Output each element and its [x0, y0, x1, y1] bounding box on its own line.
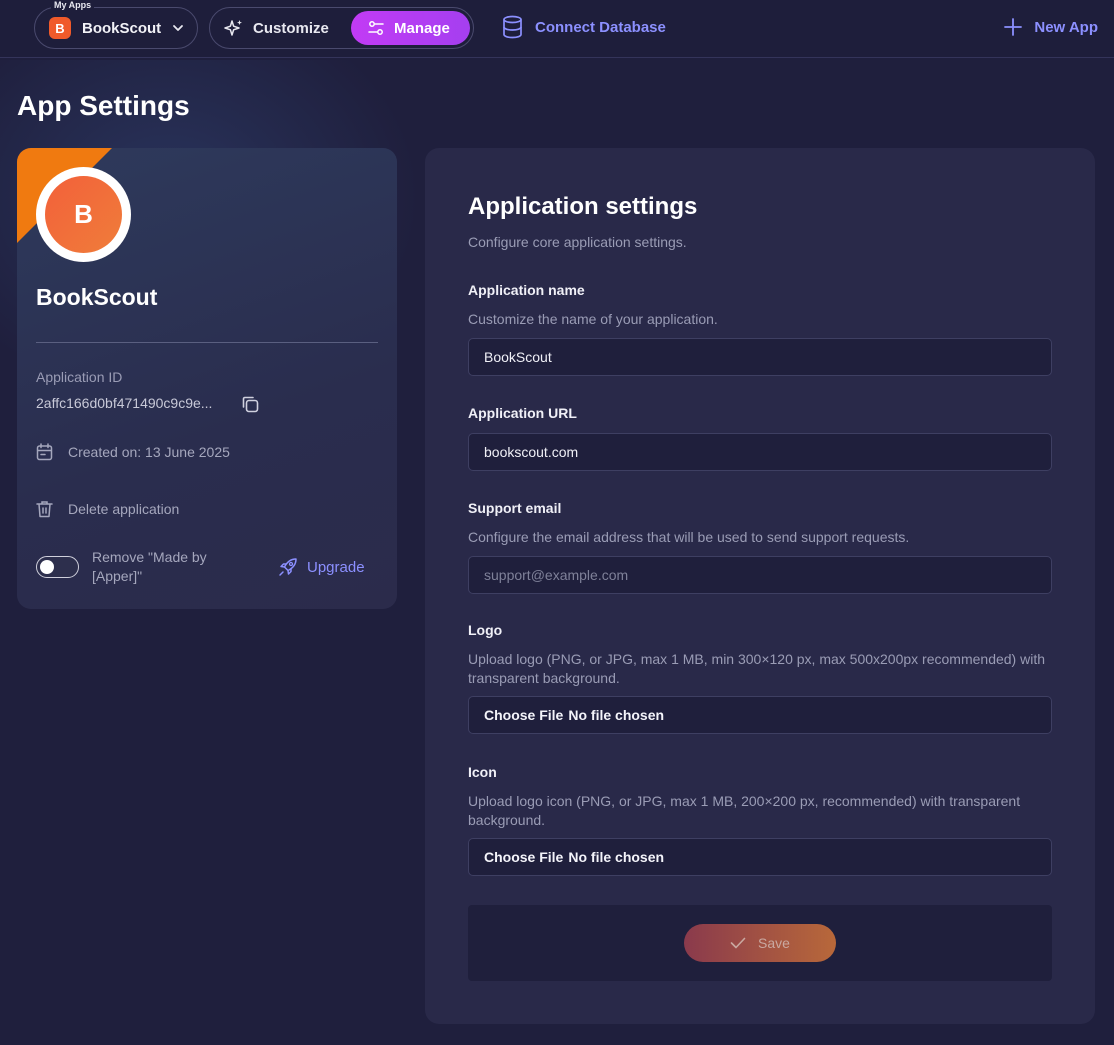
icon-file-input[interactable]: Choose File No file chosen: [468, 838, 1052, 876]
manage-label: Manage: [394, 19, 450, 37]
application-id-label: Application ID: [36, 369, 123, 385]
save-panel: Save: [468, 905, 1052, 981]
plus-icon: [1004, 18, 1023, 36]
app-switcher-legend: My Apps: [51, 0, 95, 10]
connect-database-label: Connect Database: [535, 18, 666, 36]
app-switcher-name: BookScout: [82, 19, 162, 37]
application-name-input[interactable]: BookScout: [468, 338, 1052, 376]
app-switcher[interactable]: My Apps B BookScout: [34, 0, 198, 49]
calendar-icon: [36, 443, 53, 461]
app-badge: B: [49, 17, 71, 39]
avatar-initial: B: [45, 176, 122, 253]
customize-tab[interactable]: Customize: [224, 11, 344, 45]
top-bar: My Apps B BookScout Customize Manage Con…: [0, 0, 1114, 58]
chevron-down-icon: [173, 25, 184, 31]
logo-choose-file-button[interactable]: Choose File: [484, 707, 563, 723]
manage-tab[interactable]: Manage: [351, 11, 470, 45]
toggle-knob: [40, 560, 54, 574]
app-name-heading: BookScout: [36, 284, 158, 310]
support-email-placeholder: support@example.com: [484, 567, 629, 583]
divider: [36, 342, 378, 343]
support-email-help: Configure the email address that will be…: [468, 529, 910, 545]
settings-title: Application settings: [468, 193, 698, 220]
support-email-input[interactable]: support@example.com: [468, 556, 1052, 594]
support-email-label: Support email: [468, 500, 562, 516]
icon-file-status: No file chosen: [568, 849, 665, 865]
application-url-label: Application URL: [468, 405, 577, 421]
sparkle-icon: [224, 20, 242, 36]
logo-help: Upload logo (PNG, or JPG, max 1 MB, min …: [468, 651, 1045, 686]
new-app-button[interactable]: New App: [1004, 18, 1098, 36]
avatar: B: [36, 167, 131, 262]
mode-toggle: Customize Manage: [209, 7, 474, 49]
app-summary-card: B BookScout Application ID 2affc166d0bf4…: [17, 148, 397, 609]
application-url-input[interactable]: bookscout.com: [468, 433, 1052, 471]
icon-choose-file-button[interactable]: Choose File: [484, 849, 563, 865]
page-title: App Settings: [17, 90, 190, 121]
check-icon: [730, 937, 746, 949]
application-url-value: bookscout.com: [484, 444, 579, 460]
application-id-value: 2affc166d0bf471490c9c9e...: [36, 395, 213, 411]
settings-subtitle: Configure core application settings.: [468, 234, 687, 250]
rocket-icon: [279, 558, 297, 576]
application-name-help: Customize the name of your application.: [468, 311, 718, 327]
save-button[interactable]: Save: [684, 924, 836, 962]
save-label: Save: [758, 935, 790, 951]
delete-application-label: Delete application: [68, 501, 180, 517]
sliders-icon: [368, 21, 384, 35]
created-on-text: Created on: 13 June 2025: [68, 444, 230, 460]
database-icon: [503, 15, 522, 39]
new-app-label: New App: [1034, 18, 1098, 36]
trash-icon: [36, 501, 53, 518]
application-name-value: BookScout: [484, 349, 552, 365]
created-on-row: Created on: 13 June 2025: [36, 443, 230, 461]
icon-help: Upload logo icon (PNG, or JPG, max 1 MB,…: [468, 793, 1021, 828]
upgrade-link[interactable]: Upgrade: [278, 557, 365, 577]
delete-application-button[interactable]: Delete application: [36, 500, 179, 518]
icon-label: Icon: [468, 764, 497, 780]
customize-label: Customize: [253, 19, 329, 37]
upgrade-label: Upgrade: [307, 558, 365, 576]
remove-branding-label: Remove "Made by [Apper]": [92, 549, 207, 584]
application-settings-card: Application settings Configure core appl…: [425, 148, 1095, 1024]
application-name-label: Application name: [468, 282, 585, 298]
copy-icon[interactable]: [240, 394, 260, 414]
logo-label: Logo: [468, 622, 503, 638]
logo-file-status: No file chosen: [568, 707, 665, 723]
logo-file-input[interactable]: Choose File No file chosen: [468, 696, 1052, 734]
connect-database-link[interactable]: Connect Database: [502, 15, 666, 39]
remove-branding-toggle[interactable]: [36, 556, 79, 578]
